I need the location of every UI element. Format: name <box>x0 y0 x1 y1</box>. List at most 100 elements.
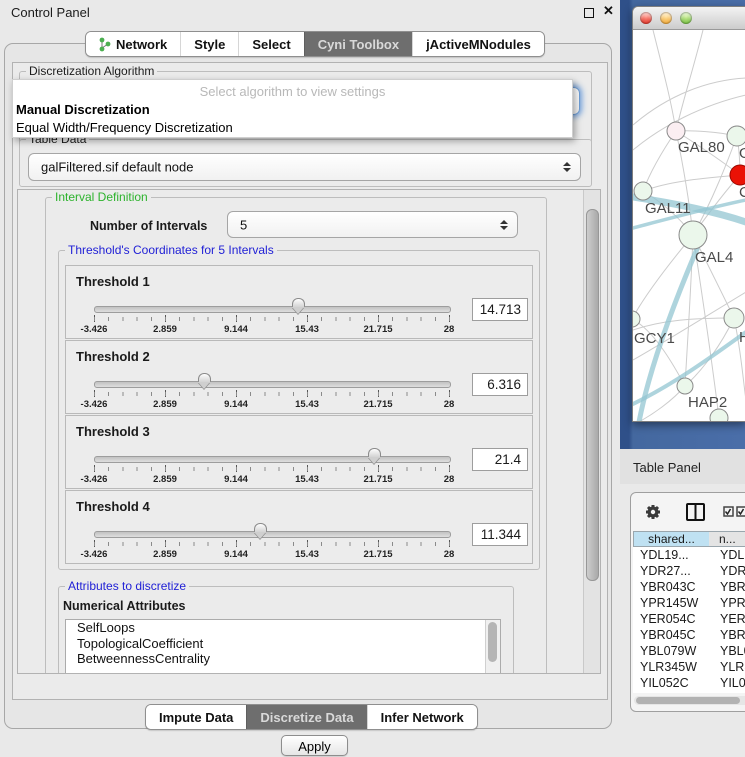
column-header-shared-name[interactable]: shared... <box>633 531 709 547</box>
tab-jactivemnodules[interactable]: jActiveMNodules <box>412 32 544 56</box>
select-columns-icon[interactable] <box>724 507 745 516</box>
split-columns-icon[interactable] <box>687 504 704 520</box>
number-of-intervals-value: 5 <box>240 217 247 232</box>
table-row[interactable]: YBR045CYBR0 <box>633 627 745 643</box>
cell-name[interactable]: YBR0 <box>709 579 745 595</box>
table-toolbar <box>631 493 745 531</box>
cell-name[interactable]: YBR0 <box>709 627 745 643</box>
cell-shared-name[interactable]: YER054C <box>633 611 709 627</box>
table-data-group: Table Data galFiltered.sif default node <box>19 139 592 187</box>
network-node-label: H <box>739 329 745 346</box>
tab-style[interactable]: Style <box>180 32 238 56</box>
cell-shared-name[interactable]: YDL19... <box>633 547 709 563</box>
cell-name[interactable]: YPR1 <box>709 595 745 611</box>
slider-tick-label: 15.43 <box>295 399 319 410</box>
gear-icon[interactable] <box>646 505 660 519</box>
network-node-green[interactable] <box>679 221 707 249</box>
numerical-attributes-list[interactable]: SelfLoopsTopologicalCoefficientBetweenne… <box>65 619 501 674</box>
tab-discretize-data[interactable]: Discretize Data <box>246 705 366 729</box>
slider-track[interactable] <box>94 531 451 538</box>
cell-name[interactable]: YLR3 <box>709 659 745 675</box>
slider-tick-label: 21.715 <box>363 474 392 485</box>
slider-track[interactable] <box>94 456 451 463</box>
network-node-green[interactable] <box>634 182 652 200</box>
network-node-green[interactable] <box>677 378 693 394</box>
threshold-value-field[interactable]: 21.4 <box>472 448 528 471</box>
slider-track[interactable] <box>94 306 451 313</box>
tab-network[interactable]: Network <box>86 32 180 56</box>
close-window-icon[interactable] <box>640 12 652 24</box>
number-of-intervals-combo[interactable]: 5 <box>227 211 518 238</box>
table-row[interactable]: YDL19...YDL1 <box>633 547 745 563</box>
minimize-window-icon[interactable] <box>660 12 672 24</box>
cell-name[interactable]: YDR2 <box>709 563 745 579</box>
table-row[interactable]: YDR27...YDR2 <box>633 563 745 579</box>
discretization-algorithm-group-title: Discretization Algorithm <box>26 64 157 78</box>
network-window-titlebar[interactable] <box>633 7 745 30</box>
slider-tick-label: 2.859 <box>153 399 177 410</box>
threshold-label: Threshold 2 <box>76 349 150 364</box>
cell-shared-name[interactable]: YBL079W <box>633 643 709 659</box>
cell-shared-name[interactable]: YPR145W <box>633 595 709 611</box>
slider-handle[interactable] <box>368 448 381 465</box>
cell-name[interactable]: YDL1 <box>709 547 745 563</box>
cell-name[interactable]: YER0 <box>709 611 745 627</box>
tab-cyni-toolbox[interactable]: Cyni Toolbox <box>304 32 412 56</box>
slider-track[interactable] <box>94 381 451 388</box>
tab-infer-network[interactable]: Infer Network <box>367 705 477 729</box>
top-tab-bar: NetworkStyleSelectCyni ToolboxjActiveMNo… <box>85 31 545 57</box>
popup-item-1[interactable]: Manual Discretization <box>13 100 572 118</box>
cell-shared-name[interactable]: YBR045C <box>633 627 709 643</box>
table-row[interactable]: YLR345WYLR3 <box>633 659 745 675</box>
network-node-pink[interactable] <box>667 122 685 140</box>
tab-impute-data[interactable]: Impute Data <box>146 705 246 729</box>
slider-handle[interactable] <box>198 373 211 390</box>
bottom-tab-bar: Impute DataDiscretize DataInfer Network <box>145 704 478 730</box>
network-node-green[interactable] <box>633 311 640 327</box>
cell-shared-name[interactable]: YLR345W <box>633 659 709 675</box>
attribute-item[interactable]: BetweennessCentrality <box>66 651 500 667</box>
slider-tick-label: -3.426 <box>81 324 108 335</box>
threshold-value-field[interactable]: 11.344 <box>472 523 528 546</box>
slider-tick-label: 9.144 <box>224 474 248 485</box>
table-row[interactable]: YER054CYER0 <box>633 611 745 627</box>
table-row[interactable]: YBL079WYBL0 <box>633 643 745 659</box>
network-node-green[interactable] <box>724 308 744 328</box>
network-node-label: C <box>739 184 745 201</box>
table-horizontal-scrollbar[interactable] <box>634 696 745 705</box>
apply-button[interactable]: Apply <box>281 735 348 756</box>
float-window-icon[interactable] <box>584 8 594 18</box>
table-data-combo-value: galFiltered.sif default node <box>41 160 193 175</box>
settings-scrollbar-thumb[interactable] <box>586 209 599 581</box>
cell-name[interactable]: YIL0 <box>709 675 745 691</box>
attributes-scrollbar[interactable] <box>485 620 500 674</box>
attribute-item[interactable]: SelfLoops <box>66 620 500 636</box>
threshold-value-field[interactable]: 14.713 <box>472 298 528 321</box>
table-row[interactable]: YIL052CYIL0 <box>633 675 745 691</box>
popup-item-2[interactable]: Equal Width/Frequency Discretization <box>13 118 572 136</box>
slider-tick-label: 9.144 <box>224 399 248 410</box>
cell-shared-name[interactable]: YIL052C <box>633 675 709 691</box>
cell-name[interactable]: YBL0 <box>709 643 745 659</box>
table-data-combo[interactable]: galFiltered.sif default node <box>28 153 581 181</box>
tab-select[interactable]: Select <box>238 32 303 56</box>
attribute-item[interactable]: TopologicalCoefficient <box>66 636 500 652</box>
slider-tick-label: -3.426 <box>81 399 108 410</box>
table-row[interactable]: YBR043CYBR0 <box>633 579 745 595</box>
network-node-label: GA <box>739 145 745 162</box>
settings-scrollbar[interactable] <box>583 190 600 673</box>
close-panel-icon[interactable]: ✕ <box>603 3 614 19</box>
threshold-value-field[interactable]: 6.316 <box>472 373 528 396</box>
network-canvas[interactable]: GAL80GACGAL11GAL4GCY1HHAP2 <box>633 30 745 421</box>
number-of-intervals-label: Number of Intervals <box>90 219 207 233</box>
table-panel-titlebar: Table Panel <box>620 449 745 485</box>
table-row[interactable]: YPR145WYPR1 <box>633 595 745 611</box>
column-header-name[interactable]: n... <box>709 531 745 547</box>
network-node-red[interactable] <box>730 165 745 185</box>
slider-handle[interactable] <box>292 298 305 315</box>
cell-shared-name[interactable]: YDR27... <box>633 563 709 579</box>
cell-shared-name[interactable]: YBR043C <box>633 579 709 595</box>
network-node-green[interactable] <box>727 126 745 146</box>
slider-handle[interactable] <box>254 523 267 540</box>
zoom-window-icon[interactable] <box>680 12 692 24</box>
